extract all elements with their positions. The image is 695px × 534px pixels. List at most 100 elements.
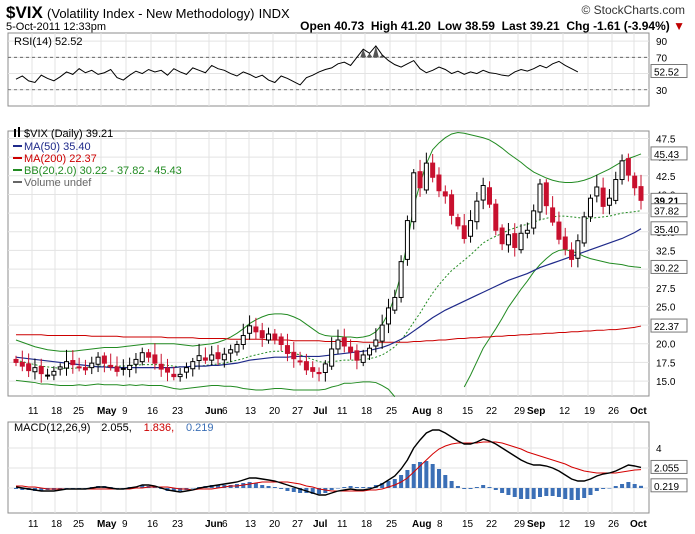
candle-body bbox=[569, 249, 575, 260]
rsi-last-label: 52.52 bbox=[654, 68, 679, 79]
candle-body bbox=[259, 330, 265, 339]
candle-body bbox=[266, 333, 272, 341]
macd-hist-bar bbox=[639, 485, 643, 488]
macd-hist-bar bbox=[588, 488, 593, 495]
macd-hist-bar bbox=[291, 488, 296, 492]
candle-body bbox=[613, 179, 619, 201]
candle-body bbox=[562, 236, 568, 250]
candle-body bbox=[240, 335, 246, 345]
macd-xlabel-13: 11 bbox=[337, 519, 348, 530]
macd-xlabel-0: 11 bbox=[28, 519, 39, 530]
candle-body bbox=[139, 352, 145, 363]
macd-xlabel-16: Aug bbox=[412, 519, 431, 530]
macd-hist-bar bbox=[260, 485, 265, 488]
candle-body bbox=[329, 348, 335, 367]
candle-body bbox=[215, 352, 221, 360]
candle-body bbox=[379, 324, 385, 342]
price-xlabel-19: 22 bbox=[486, 406, 498, 417]
macd-hist-bar bbox=[253, 483, 258, 488]
candle-body bbox=[550, 207, 556, 223]
price-tick-25: 25.0 bbox=[656, 302, 676, 313]
price-xlabel-8: 6 bbox=[222, 406, 228, 417]
price-xlabel-23: 19 bbox=[584, 406, 596, 417]
candle-body bbox=[228, 349, 234, 354]
macd-xlabel-6: 23 bbox=[172, 519, 184, 530]
candle-body bbox=[165, 367, 171, 373]
price-xlabel-21: Sep bbox=[527, 406, 545, 417]
macd-hist-bar bbox=[531, 488, 536, 499]
price-xlabel-2: 25 bbox=[73, 406, 85, 417]
price-xlabel-3: May bbox=[97, 406, 117, 417]
price-xlabel-25: Oct bbox=[630, 406, 647, 417]
candle-body bbox=[606, 197, 612, 206]
price-xlabel-7: Jun bbox=[205, 406, 223, 417]
candle-body bbox=[190, 361, 196, 370]
candle-body bbox=[284, 345, 290, 354]
price-value-label-5: 22.37 bbox=[654, 322, 679, 333]
candle-body bbox=[461, 225, 467, 239]
macd-xlabel-15: 25 bbox=[386, 519, 398, 530]
macd-hist-bar bbox=[493, 488, 498, 490]
macd-xlabel-17: 8 bbox=[437, 519, 443, 530]
price-value-label-0: 45.43 bbox=[654, 150, 679, 161]
candle-body bbox=[493, 203, 499, 231]
price-value-label-3: 35.40 bbox=[654, 225, 679, 236]
price-xlabel-18: 15 bbox=[462, 406, 474, 417]
candle-body bbox=[64, 361, 70, 369]
macd-xlabel-19: 22 bbox=[486, 519, 498, 530]
candle-body bbox=[234, 343, 240, 353]
price-xlabel-0: 11 bbox=[28, 406, 39, 417]
macd-hist-bar bbox=[190, 488, 195, 489]
price-xlabel-15: 25 bbox=[386, 406, 398, 417]
macd-xlabel-3: May bbox=[97, 519, 117, 530]
macd-hist-bar bbox=[348, 486, 353, 488]
macd-xlabel-8: 6 bbox=[222, 519, 228, 530]
candle-body bbox=[449, 194, 455, 216]
macd-hist-bar bbox=[569, 488, 574, 500]
rsi-tick-90: 90 bbox=[656, 37, 668, 48]
candle-body bbox=[95, 356, 101, 365]
candle-body bbox=[423, 162, 429, 191]
macd-xlabel-5: 16 bbox=[147, 519, 159, 530]
macd-hist-bar bbox=[474, 487, 479, 488]
price-tick-20: 20.0 bbox=[656, 340, 676, 351]
rsi-tick-70: 70 bbox=[656, 53, 668, 64]
candle-body bbox=[638, 186, 644, 201]
candle-body bbox=[51, 370, 57, 376]
price-tick-15: 15.0 bbox=[656, 377, 676, 388]
candle-body bbox=[310, 367, 316, 372]
candle-body bbox=[430, 162, 436, 178]
macd-hist-bar bbox=[582, 488, 587, 498]
macd-hist-bar bbox=[354, 487, 359, 488]
macd-xlabel-20: 29 bbox=[514, 519, 526, 530]
candle-body bbox=[404, 220, 410, 260]
macd-hist-bar bbox=[279, 488, 284, 489]
candle-body bbox=[108, 364, 114, 368]
price-xlabel-9: 13 bbox=[245, 406, 257, 417]
legend-candle-icon-2 bbox=[18, 127, 20, 137]
macd-legend-3: 0.219 bbox=[186, 422, 214, 434]
candle-body bbox=[619, 160, 625, 181]
macd-hist-bar bbox=[626, 482, 631, 488]
macd-xlabel-24: 26 bbox=[608, 519, 620, 530]
macd-xlabel-9: 13 bbox=[245, 519, 257, 530]
macd-xlabel-10: 20 bbox=[269, 519, 281, 530]
price-xlabel-13: 11 bbox=[337, 406, 348, 417]
candle-body bbox=[13, 358, 19, 363]
candle-body bbox=[367, 347, 373, 356]
candle-body bbox=[158, 363, 164, 370]
price-xlabel-22: 12 bbox=[559, 406, 571, 417]
candle-body bbox=[575, 240, 581, 259]
macd-xlabel-21: Sep bbox=[527, 519, 545, 530]
macd-hist-bar bbox=[506, 488, 511, 495]
price-xlabel-17: 8 bbox=[437, 406, 443, 417]
candle-body bbox=[512, 233, 518, 248]
macd-hist-bar bbox=[556, 488, 561, 497]
price-legend-3: BB(20,2.0) 30.22 - 37.82 - 45.43 bbox=[24, 165, 182, 177]
candle-body bbox=[202, 357, 208, 361]
candle-body bbox=[291, 351, 297, 360]
candle-body bbox=[183, 367, 189, 373]
candle-body bbox=[32, 367, 38, 373]
macd-hist-bar bbox=[443, 475, 448, 488]
macd-legend-2: 1.836, bbox=[144, 422, 175, 434]
